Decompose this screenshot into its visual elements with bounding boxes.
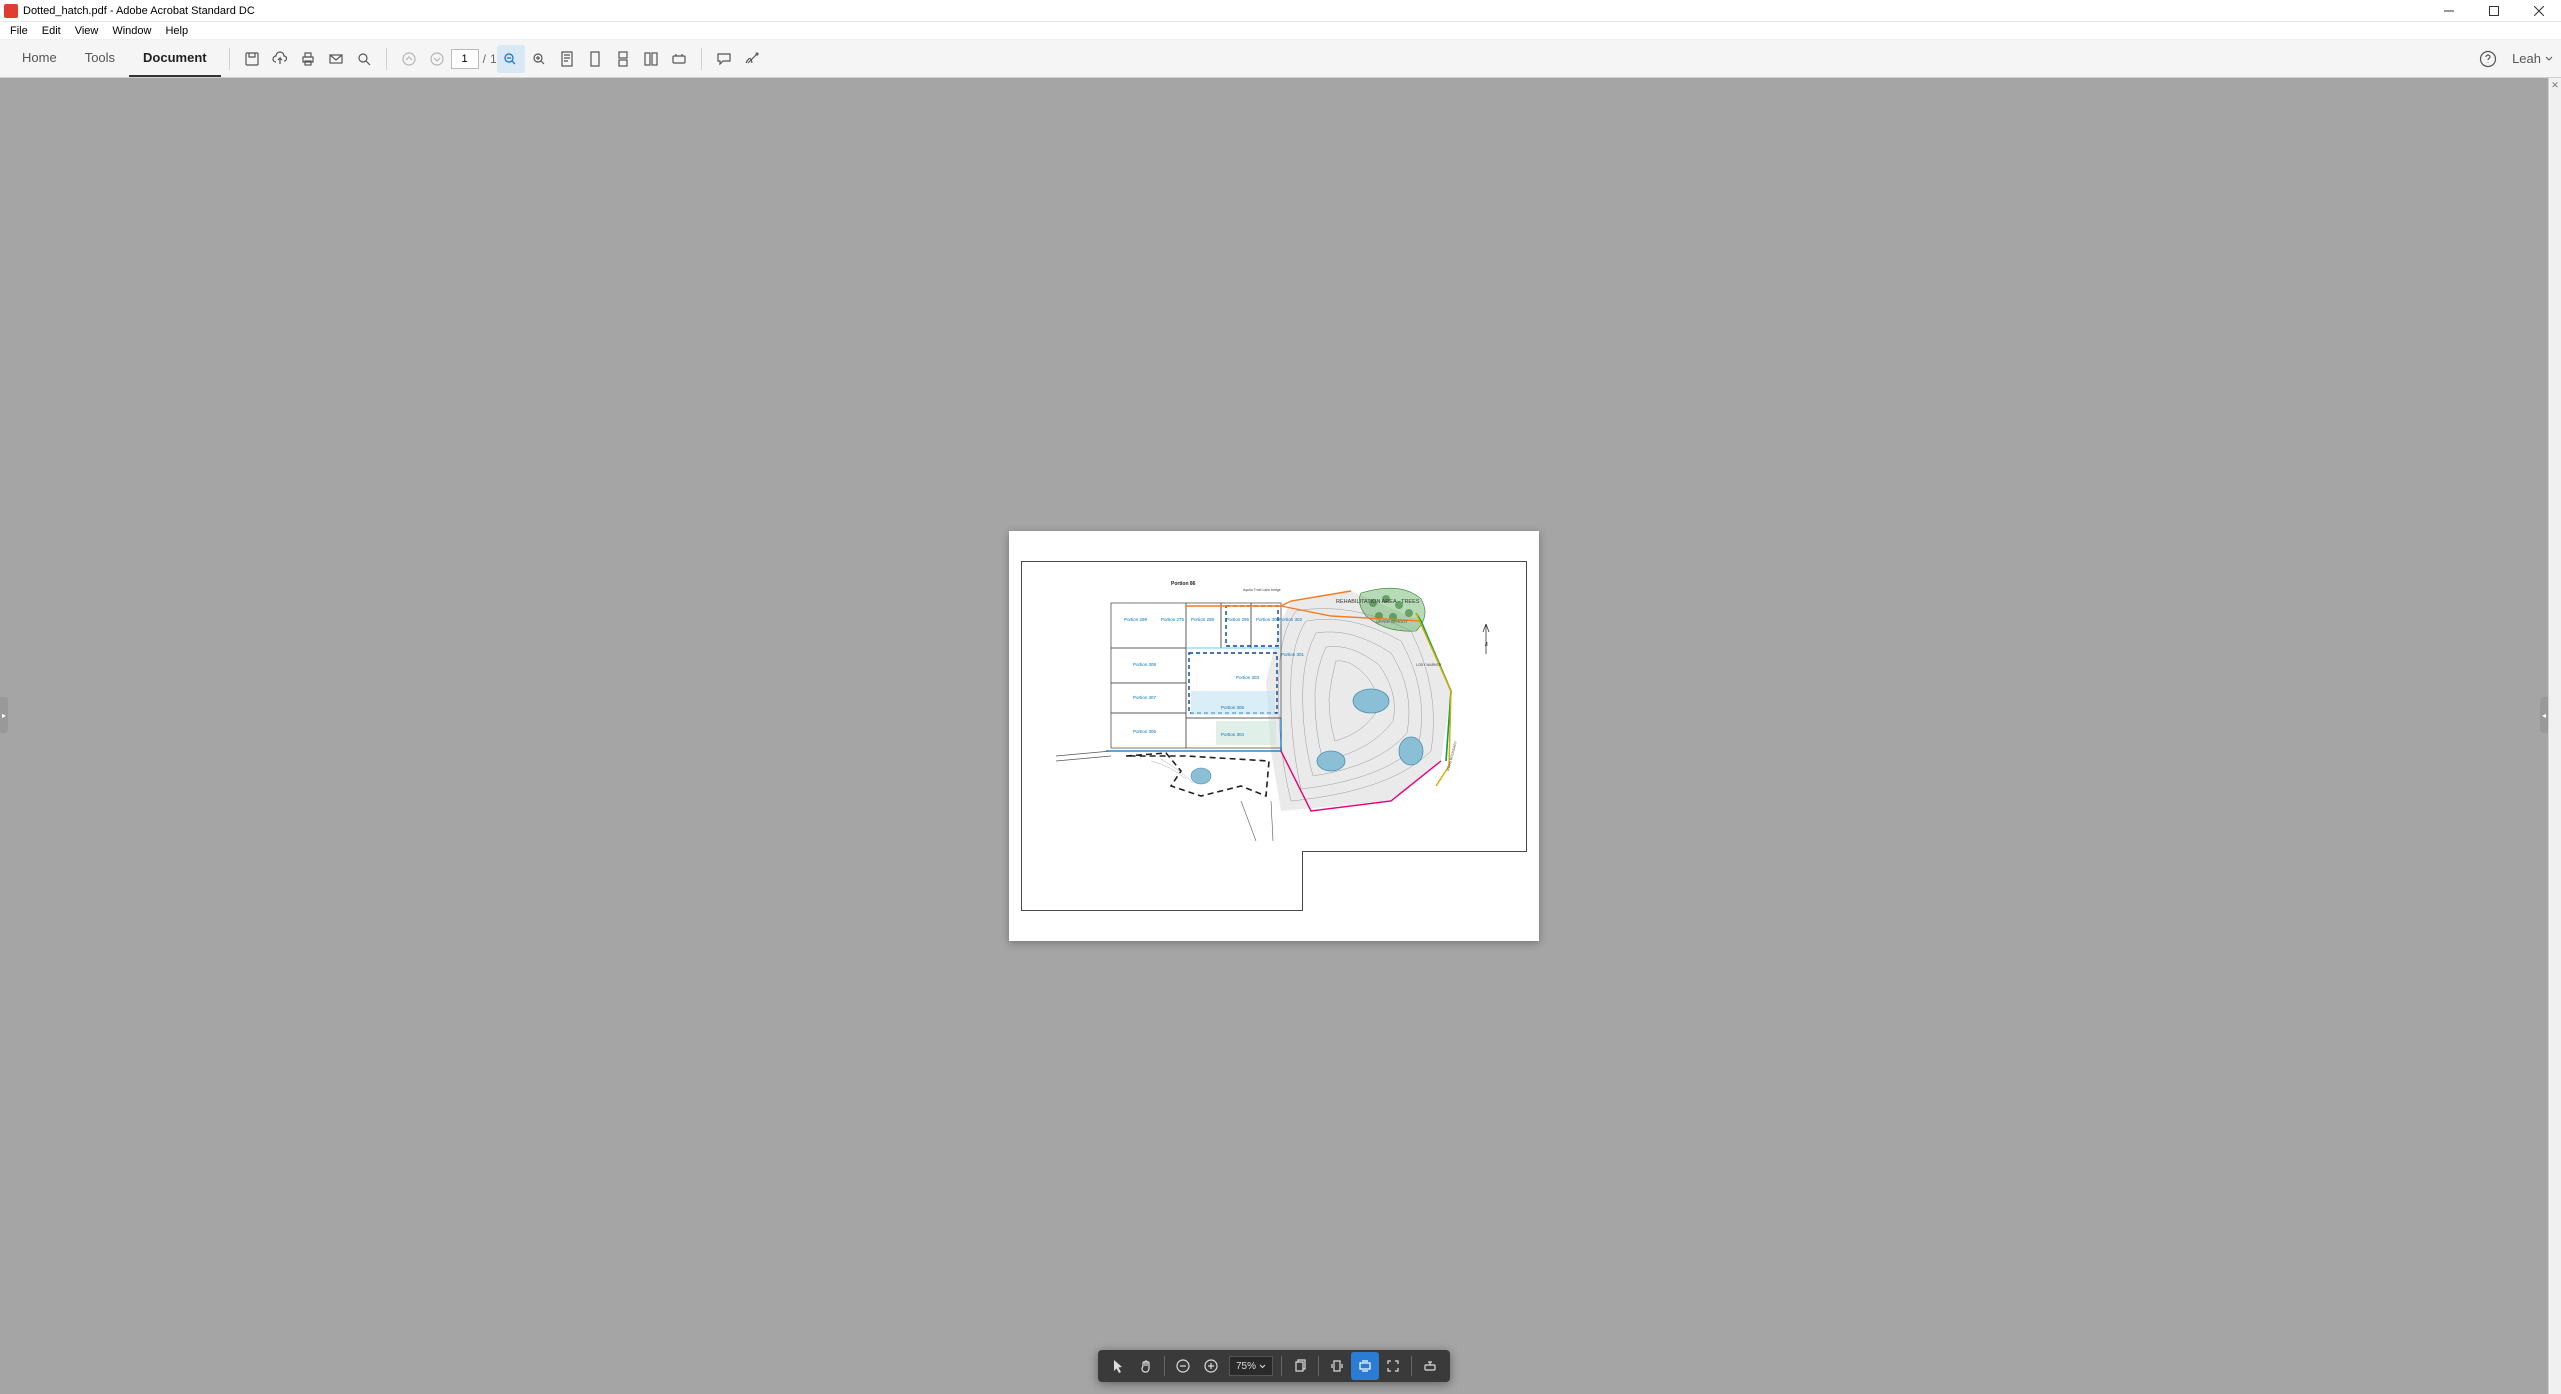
separator bbox=[229, 48, 230, 70]
left-panel-handle[interactable]: ▸ bbox=[0, 697, 8, 733]
user-menu[interactable]: Leah bbox=[2512, 51, 2553, 66]
right-panel-handle[interactable]: ◂ bbox=[2540, 697, 2548, 733]
cloud-upload-icon[interactable] bbox=[266, 45, 294, 73]
bottom-toolbar: 75% bbox=[1098, 1350, 1450, 1382]
help-icon[interactable] bbox=[2474, 45, 2502, 73]
sign-icon[interactable] bbox=[738, 45, 766, 73]
menu-help[interactable]: Help bbox=[159, 24, 194, 38]
svg-text:Portion 301: Portion 301 bbox=[1281, 652, 1305, 657]
titlebar: Dotted_hatch.pdf - Adobe Acrobat Standar… bbox=[0, 0, 2561, 22]
document-viewer[interactable]: REHABILITATION AREA - TREES Portion 299 … bbox=[0, 78, 2548, 1394]
svg-text:Portion 86: Portion 86 bbox=[1171, 581, 1196, 587]
svg-text:REHABILITATION AREA - TREES: REHABILITATION AREA - TREES bbox=[1336, 599, 1420, 605]
svg-text:Portion 306: Portion 306 bbox=[1133, 729, 1157, 734]
svg-text:Aquila Trust Lake bridge: Aquila Trust Lake bridge bbox=[1243, 588, 1281, 592]
toolbar-left: Home Tools Document / 1 bbox=[8, 40, 766, 77]
zoom-in-icon[interactable] bbox=[1197, 1352, 1225, 1380]
separator bbox=[1411, 1356, 1412, 1376]
page-thumbnail-icon[interactable] bbox=[553, 45, 581, 73]
fit-width-icon[interactable] bbox=[1351, 1352, 1379, 1380]
zoom-icon[interactable] bbox=[525, 45, 553, 73]
svg-text:Portion 300: Portion 300 bbox=[1256, 617, 1280, 622]
page-down-icon[interactable] bbox=[423, 45, 451, 73]
svg-text:UPPER SPROOT: UPPER SPROOT bbox=[1376, 619, 1408, 624]
menu-window[interactable]: Window bbox=[106, 24, 157, 38]
separator bbox=[386, 48, 387, 70]
search-icon[interactable] bbox=[350, 45, 378, 73]
zoom-out-icon[interactable] bbox=[1169, 1352, 1197, 1380]
save-icon[interactable] bbox=[238, 45, 266, 73]
read-mode-icon[interactable] bbox=[665, 45, 693, 73]
close-button[interactable] bbox=[2516, 0, 2561, 22]
pdf-page: REHABILITATION AREA - TREES Portion 299 … bbox=[1009, 531, 1539, 941]
zoom-value: 75% bbox=[1236, 1361, 1256, 1372]
zoom-level-display[interactable]: 75% bbox=[1229, 1356, 1273, 1376]
comment-icon[interactable] bbox=[710, 45, 738, 73]
current-page-input[interactable] bbox=[451, 49, 479, 69]
toolbar: Home Tools Document / 1 Leah bbox=[0, 40, 2561, 78]
copy-pages-icon[interactable] bbox=[1286, 1352, 1314, 1380]
window-controls bbox=[2426, 0, 2561, 22]
fullscreen-icon[interactable] bbox=[1379, 1352, 1407, 1380]
chevron-down-icon bbox=[1259, 1363, 1266, 1370]
page-slash: / bbox=[483, 52, 486, 66]
svg-text:Portion 304: Portion 304 bbox=[1221, 732, 1245, 737]
window-title: Dotted_hatch.pdf - Adobe Acrobat Standar… bbox=[23, 5, 255, 17]
svg-text:Portion 298: Portion 298 bbox=[1191, 617, 1215, 622]
separator bbox=[1281, 1356, 1282, 1376]
svg-text:Portion 305: Portion 305 bbox=[1221, 705, 1245, 710]
menu-view[interactable]: View bbox=[69, 24, 105, 38]
svg-text:Portion 302: Portion 302 bbox=[1279, 617, 1303, 622]
print-icon[interactable] bbox=[294, 45, 322, 73]
svg-text:Portion 299: Portion 299 bbox=[1124, 617, 1148, 622]
titlebar-left: Dotted_hatch.pdf - Adobe Acrobat Standar… bbox=[4, 4, 255, 18]
user-name: Leah bbox=[2512, 51, 2541, 66]
hand-tool-icon[interactable] bbox=[1132, 1352, 1160, 1380]
separator bbox=[701, 48, 702, 70]
svg-text:Portion 303: Portion 303 bbox=[1236, 675, 1260, 680]
tab-home[interactable]: Home bbox=[8, 40, 71, 77]
page-indicator: / 1 bbox=[451, 49, 497, 69]
svg-text:Portion 275: Portion 275 bbox=[1161, 617, 1185, 622]
svg-text:Portion 308: Portion 308 bbox=[1133, 662, 1157, 667]
menu-file[interactable]: File bbox=[4, 24, 34, 38]
separator bbox=[1318, 1356, 1319, 1376]
select-arrow-icon[interactable] bbox=[1104, 1352, 1132, 1380]
close-panel-icon[interactable]: ✕ bbox=[2549, 78, 2561, 91]
single-page-icon[interactable] bbox=[581, 45, 609, 73]
toolbar-right: Leah bbox=[2474, 45, 2553, 73]
app-icon bbox=[4, 4, 18, 18]
scrolling-two-icon[interactable] bbox=[637, 45, 665, 73]
menubar: File Edit View Window Help bbox=[0, 22, 2561, 40]
scrolling-icon[interactable] bbox=[609, 45, 637, 73]
fit-width-icon[interactable] bbox=[497, 45, 525, 73]
svg-text:Portion 307: Portion 307 bbox=[1133, 695, 1157, 700]
legend-box bbox=[1302, 851, 1527, 911]
tab-tools[interactable]: Tools bbox=[71, 40, 129, 77]
separator bbox=[1164, 1356, 1165, 1376]
tab-document[interactable]: Document bbox=[129, 40, 221, 77]
total-pages: 1 bbox=[490, 52, 497, 66]
page-up-icon[interactable] bbox=[395, 45, 423, 73]
read-aloud-icon[interactable] bbox=[1416, 1352, 1444, 1380]
svg-text:LODY MARKER: LODY MARKER bbox=[1416, 663, 1442, 667]
right-scrollbar-gutter[interactable]: ✕ bbox=[2548, 78, 2561, 1394]
maximize-button[interactable] bbox=[2471, 0, 2516, 22]
fit-page-icon[interactable] bbox=[1323, 1352, 1351, 1380]
chevron-down-icon bbox=[2545, 55, 2553, 63]
svg-text:Portion 296: Portion 296 bbox=[1226, 617, 1250, 622]
email-icon[interactable] bbox=[322, 45, 350, 73]
menu-edit[interactable]: Edit bbox=[36, 24, 67, 38]
minimize-button[interactable] bbox=[2426, 0, 2471, 22]
